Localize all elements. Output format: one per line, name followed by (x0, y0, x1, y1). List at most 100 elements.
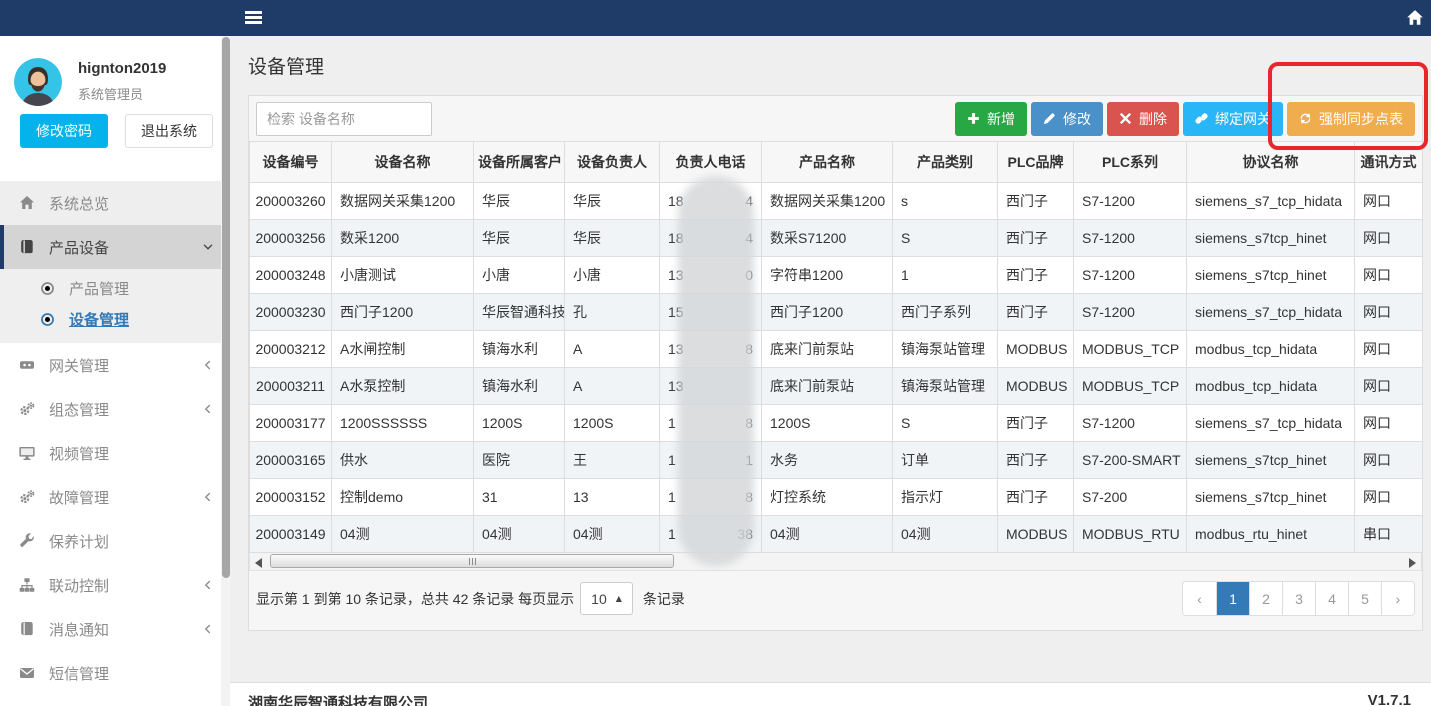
table-row[interactable]: 200003248小唐测试小唐小唐130字符串12001西门子S7-1200si… (250, 257, 1423, 294)
sidebar-item-label: 联动控制 (49, 575, 109, 596)
toolbar-button-新增[interactable]: 新增 (955, 102, 1027, 136)
toolbar-button-修改[interactable]: 修改 (1031, 102, 1103, 136)
book-icon (19, 239, 36, 255)
cell-protocol: siemens_s7_tcp_hidata (1187, 405, 1355, 442)
cell-product: 底来门前泵站 (762, 331, 893, 368)
cell-protocol: siemens_s7_tcp_hidata (1187, 183, 1355, 220)
cell-comm: 网口 (1355, 183, 1423, 220)
page-button-1[interactable]: 1 (1216, 582, 1249, 615)
scroll-left-arrow-icon[interactable] (253, 556, 265, 568)
toolbar-button-label: 修改 (1063, 109, 1091, 129)
home-icon[interactable] (1406, 9, 1424, 27)
sidebar-scrollbar-thumb[interactable] (222, 37, 230, 578)
cell-customer: 04测 (474, 516, 565, 553)
table-row[interactable]: 20000314904测04测04测13804测04测MODBUSMODBUS_… (250, 516, 1423, 553)
sidebar-item-网关管理[interactable]: 网关管理 (0, 343, 230, 387)
toolbar-button-绑定网关[interactable]: 绑定网关 (1183, 102, 1283, 136)
cell-category: S (893, 220, 998, 257)
cell-device_no: 200003230 (250, 294, 332, 331)
cell-device_no: 200003149 (250, 516, 332, 553)
horizontal-scrollbar-thumb[interactable] (270, 554, 674, 568)
cell-owner: 华辰 (565, 183, 660, 220)
toolbar-buttons: 新增 修改删除绑定网关强制同步点表 (951, 102, 1415, 136)
sidebar-subitem-产品管理[interactable]: 产品管理 (0, 273, 230, 304)
sidebar-item-消息通知[interactable]: 消息通知 (0, 607, 230, 651)
cell-owner: 华辰 (565, 220, 660, 257)
cell-plc_series: MODBUS_TCP (1074, 368, 1187, 405)
logout-button[interactable]: 退出系统 (125, 114, 213, 148)
sidebar-menu: 系统总览产品设备产品管理设备管理网关管理组态管理视频管理故障管理保养计划联动控制… (0, 181, 230, 706)
scroll-right-arrow-icon[interactable] (1406, 556, 1418, 568)
gears-icon (19, 489, 36, 505)
toolbar-button-label: 新增 (987, 109, 1015, 129)
table-row[interactable]: 200003260数据网关采集1200华辰华辰184数据网关采集1200s西门子… (250, 183, 1423, 220)
sidebar-item-系统总览[interactable]: 系统总览 (0, 181, 230, 225)
table-row[interactable]: 200003230西门子1200华辰智通科技孔15西门子1200西门子系列西门子… (250, 294, 1423, 331)
table-row[interactable]: 2000031771200SSSSSS1200S1200S181200SS西门子… (250, 405, 1423, 442)
sidebar-item-短信管理[interactable]: 短信管理 (0, 651, 230, 695)
sidebar-item-label: 视频管理 (49, 443, 109, 464)
sidebar-item-label: 系统总览 (49, 193, 109, 214)
sidebar-scrollbar[interactable] (221, 36, 230, 706)
phone-right-fragment: 8 (745, 415, 753, 431)
page-button-prev[interactable]: ‹ (1183, 582, 1216, 615)
toolbar-button-强制同步点表[interactable]: 强制同步点表 (1287, 102, 1415, 136)
sidebar-item-label: 消息通知 (49, 619, 109, 640)
cell-category: 西门子系列 (893, 294, 998, 331)
column-header: 设备负责人 (565, 142, 660, 183)
phone-left-fragment: 15 (668, 304, 684, 320)
top-nav-bar (0, 0, 1431, 36)
sidebar-item-保养计划[interactable]: 保养计划 (0, 519, 230, 563)
cell-device_name: 数据网关采集1200 (332, 183, 474, 220)
chevron-left-icon (201, 402, 215, 416)
sidebar: hignton2019 系统管理员 修改密码 退出系统 系统总览产品设备产品管理… (0, 36, 230, 706)
page-button-4[interactable]: 4 (1315, 582, 1348, 615)
cell-plc_brand: 西门子 (998, 479, 1074, 516)
table-row[interactable]: 200003165供水医院王11水务订单西门子S7-200-SMARTsieme… (250, 442, 1423, 479)
table-row[interactable]: 200003152控制demo311318灯控系统指示灯西门子S7-200sie… (250, 479, 1423, 516)
column-header: 协议名称 (1187, 142, 1355, 183)
cell-device_no: 200003256 (250, 220, 332, 257)
cell-comm: 网口 (1355, 257, 1423, 294)
cell-plc_series: MODBUS_RTU (1074, 516, 1187, 553)
sidebar-item-产品设备[interactable]: 产品设备 (0, 225, 230, 269)
cell-customer: 小唐 (474, 257, 565, 294)
horizontal-scrollbar[interactable] (249, 553, 1422, 571)
sidebar-item-空间管理[interactable]: 空间管理 (0, 695, 230, 706)
sidebar-subitem-label: 产品管理 (69, 278, 129, 299)
table-row[interactable]: 200003212A水闸控制镇海水利A138底来门前泵站镇海泵站管理MODBUS… (250, 331, 1423, 368)
book-icon (19, 621, 36, 637)
table-row[interactable]: 200003256数采1200华辰华辰184数采S71200S西门子S7-120… (250, 220, 1423, 257)
cell-device_no: 200003152 (250, 479, 332, 516)
cell-product: 1200S (762, 405, 893, 442)
pencil-icon (1043, 112, 1056, 125)
hdd-icon (19, 357, 36, 373)
sidebar-item-label: 保养计划 (49, 531, 109, 552)
hamburger-menu-icon[interactable] (245, 11, 262, 24)
sidebar-item-组态管理[interactable]: 组态管理 (0, 387, 230, 431)
search-input[interactable] (256, 102, 432, 136)
cell-owner: A (565, 331, 660, 368)
sidebar-item-故障管理[interactable]: 故障管理 (0, 475, 230, 519)
change-password-button[interactable]: 修改密码 (20, 114, 108, 148)
page-button-2[interactable]: 2 (1249, 582, 1282, 615)
page-button-next[interactable]: › (1381, 582, 1414, 615)
sidebar-item-联动控制[interactable]: 联动控制 (0, 563, 230, 607)
footer: 湖南华辰智通科技有限公司 V1.7.1 (230, 682, 1431, 706)
chevron-left-icon (201, 578, 215, 592)
table-row[interactable]: 200003211A水泵控制镇海水利A13底来门前泵站镇海泵站管理MODBUSM… (250, 368, 1423, 405)
cell-plc_brand: 西门子 (998, 220, 1074, 257)
cell-product: 数据网关采集1200 (762, 183, 893, 220)
phone-right-fragment: 38 (737, 526, 753, 542)
page-size-dropdown[interactable]: 10 ▲ (580, 582, 633, 615)
cell-category: s (893, 183, 998, 220)
cell-owner: A (565, 368, 660, 405)
page-button-3[interactable]: 3 (1282, 582, 1315, 615)
cell-device_name: 小唐测试 (332, 257, 474, 294)
phone-left-fragment: 1 (668, 489, 676, 505)
toolbar-button-删除[interactable]: 删除 (1107, 102, 1179, 136)
cell-plc_brand: 西门子 (998, 294, 1074, 331)
sidebar-subitem-设备管理[interactable]: 设备管理 (0, 304, 230, 335)
sidebar-item-视频管理[interactable]: 视频管理 (0, 431, 230, 475)
page-button-5[interactable]: 5 (1348, 582, 1381, 615)
